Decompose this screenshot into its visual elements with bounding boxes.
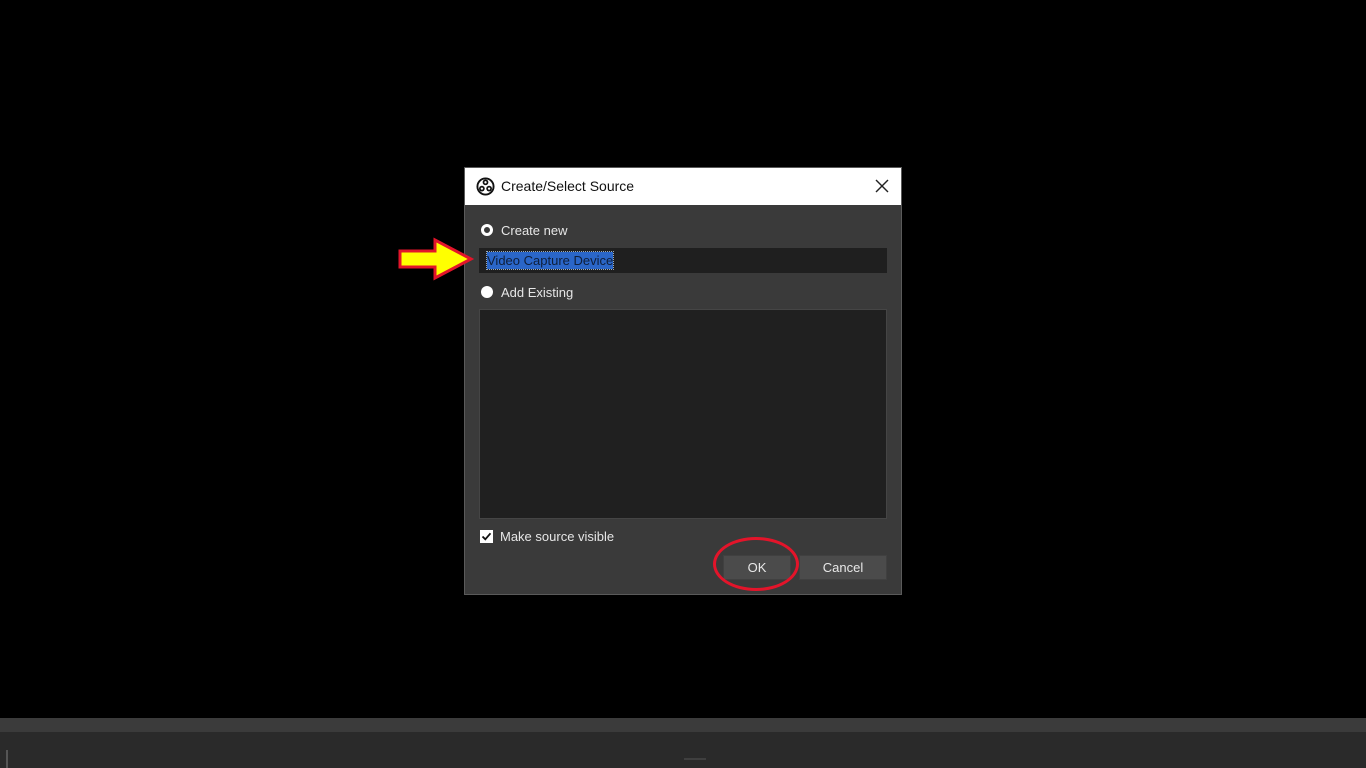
make-source-visible-checkbox[interactable] [480,530,493,543]
make-source-visible-label[interactable]: Make source visible [500,529,614,544]
cancel-button[interactable]: Cancel [799,555,887,580]
source-name-value: Video Capture Device [485,251,615,270]
add-existing-radio[interactable] [481,286,493,298]
add-existing-label[interactable]: Add Existing [501,285,573,300]
dialog-title: Create/Select Source [501,178,635,194]
close-icon [875,179,889,193]
annotation-arrow-icon [398,237,475,281]
create-new-label[interactable]: Create new [501,223,567,238]
existing-sources-list[interactable] [479,309,887,519]
screen: Create/Select Source Create new Video Ca… [0,0,1366,768]
splitter-grip[interactable] [684,758,706,760]
dialog-titlebar: Create/Select Source [465,168,901,205]
source-name-input[interactable]: Video Capture Device [479,248,887,273]
obs-logo-icon [476,177,495,196]
create-new-radio[interactable] [481,224,493,236]
create-select-source-dialog: Create/Select Source Create new Video Ca… [464,167,902,595]
annotation-circle [713,537,799,591]
checkmark-icon [481,532,492,541]
close-button[interactable] [867,172,897,200]
panel-handle[interactable] [6,750,8,768]
bottom-panel [0,718,1366,768]
